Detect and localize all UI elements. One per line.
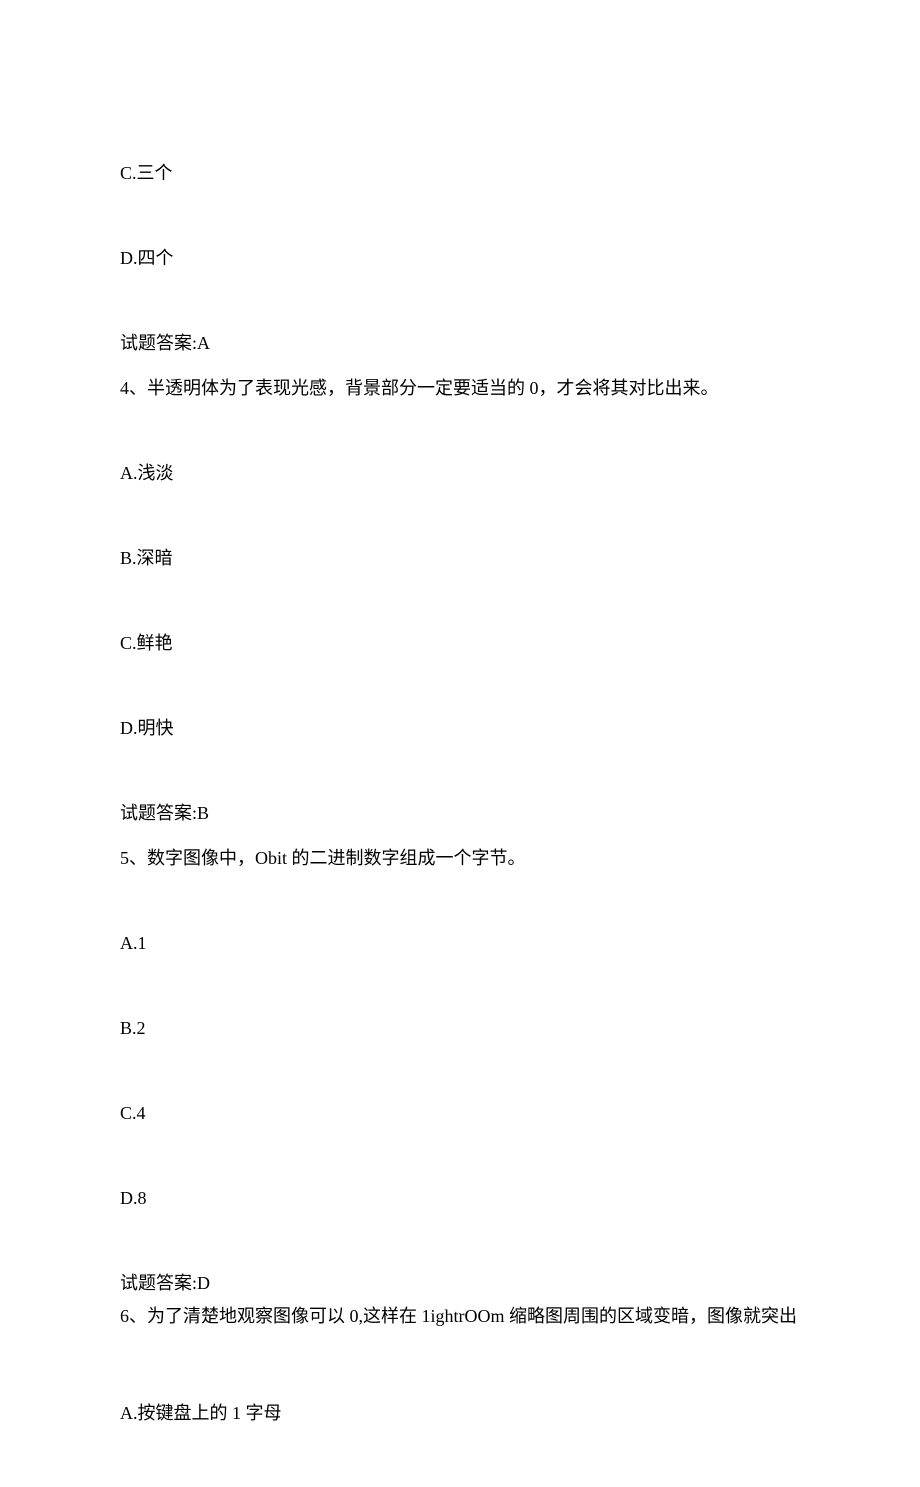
q4-option-a: A.浅淡 <box>120 460 800 487</box>
answer-label: 试题答案:A <box>120 330 800 357</box>
q5-option-a: A.1 <box>120 930 800 957</box>
q4-answer: 试题答案:B <box>120 800 800 827</box>
option-c: C.三个 <box>120 160 800 187</box>
document-page: C.三个 D.四个 试题答案:A 4、半透明体为了表现光感，背景部分一定要适当的… <box>0 0 920 1487</box>
question-4: 4、半透明体为了表现光感，背景部分一定要适当的 0，才会将其对比出来。 <box>120 375 800 402</box>
question-6: 6、为了清楚地观察图像可以 0,这样在 1ightrOOm 缩略图周围的区域变暗… <box>120 1303 800 1330</box>
q4-option-d: D.明快 <box>120 715 800 742</box>
q4-option-b: B.深暗 <box>120 545 800 572</box>
q4-option-c: C.鲜艳 <box>120 630 800 657</box>
q5-option-b: B.2 <box>120 1015 800 1042</box>
q5-option-c: C.4 <box>120 1100 800 1127</box>
q5-option-d: D.8 <box>120 1185 800 1212</box>
question-5: 5、数字图像中，Obit 的二进制数字组成一个字节。 <box>120 845 800 872</box>
q6-option-a: A.按键盘上的 1 字母 <box>120 1400 800 1427</box>
option-d: D.四个 <box>120 245 800 272</box>
q5-answer: 试题答案:D <box>120 1270 800 1297</box>
